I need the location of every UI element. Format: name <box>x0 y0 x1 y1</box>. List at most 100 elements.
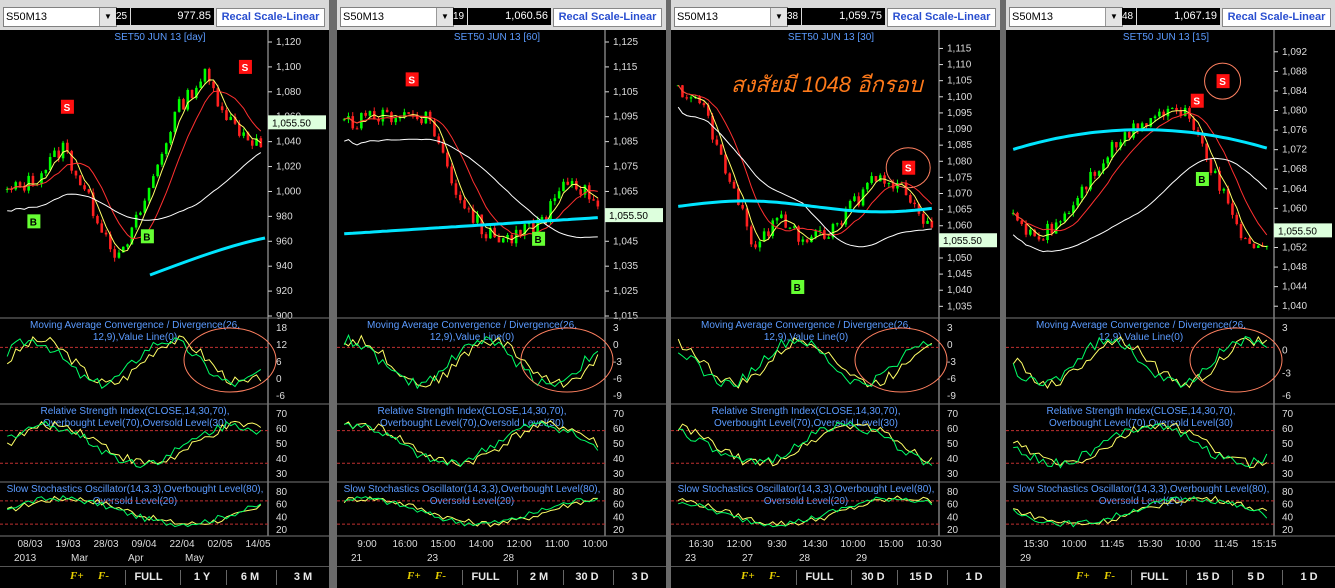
candle-body <box>152 176 155 188</box>
y-tick-label: 1,045 <box>613 236 638 247</box>
candle-body <box>1192 118 1196 130</box>
panel-timeframe-bar: F+ F- FULL 1 Y6 M3 M <box>0 566 329 588</box>
stoch-pane: Slow Stochastics Oscillator(14,3,3),Over… <box>671 484 959 536</box>
formula-add-icon[interactable]: F+ <box>70 570 84 582</box>
candle-body <box>484 234 488 239</box>
candle-body <box>724 154 727 174</box>
svg-text:Relative Strength Index(CLOSE,: Relative Strength Index(CLOSE,14,30,70), <box>41 406 230 417</box>
svg-text:12,9),Value Line(0): 12,9),Value Line(0) <box>430 332 514 343</box>
chart-panel: S50M13 ▼ 25 977.85 Recal Scale-Linear F+ F- FUL… <box>0 0 329 588</box>
candle-body <box>1256 245 1260 248</box>
formula-add-icon[interactable]: F+ <box>407 570 421 582</box>
panel-toolbar: S50M13 ▼ 48 1,067.19 Recal Scale-Linear <box>1006 0 1335 30</box>
candle-body <box>1041 239 1045 241</box>
x-tick-label: 11:00 <box>545 539 570 550</box>
timeframe-button-15d[interactable]: 15 D <box>1186 570 1229 585</box>
candle-body <box>767 231 770 236</box>
candle-body <box>1029 229 1032 235</box>
timeframe-button-2m[interactable]: 2 M <box>517 570 560 585</box>
candle-body <box>156 164 159 177</box>
indicator-tick-label: 30 <box>947 469 959 480</box>
y-tick-label: 1,050 <box>947 253 972 264</box>
candle-body <box>1037 236 1041 240</box>
formula-remove-icon[interactable]: F- <box>435 570 446 582</box>
timeframe-button-full[interactable]: FULL <box>462 570 508 585</box>
indicator-tick-label: -6 <box>1282 391 1291 402</box>
candle-body <box>926 220 929 224</box>
ma-long-line <box>1012 157 1268 253</box>
symbol-select[interactable]: S50M13 ▼ <box>340 7 454 27</box>
candle-body <box>762 231 766 242</box>
recal-scale-button[interactable]: Recal Scale-Linear <box>216 8 325 27</box>
timeframe-button-5d[interactable]: 5 D <box>1232 570 1279 585</box>
recal-scale-button[interactable]: Recal Scale-Linear <box>1222 8 1331 27</box>
timeframe-button-15d[interactable]: 15 D <box>897 570 944 585</box>
price-chart[interactable]: SET50 JUN 13 [15] 1,092 1,088 1,084 1,080 1,0… <box>1006 30 1335 566</box>
timeframe-button-1y[interactable]: 1 Y <box>180 570 223 585</box>
candle-body <box>173 111 177 133</box>
x-tick-label: 15:00 <box>430 539 455 550</box>
indicator-tick-label: 60 <box>276 424 288 435</box>
timeframe-button-3d[interactable]: 3 D <box>613 570 666 585</box>
formula-remove-icon[interactable]: F- <box>1104 570 1115 582</box>
formula-add-icon[interactable]: F+ <box>741 570 755 582</box>
indicator-tick-label: 50 <box>613 439 625 450</box>
candle-body <box>1244 238 1247 240</box>
y-tick-label: 1,088 <box>1282 66 1307 77</box>
x-tick-label-secondary: May <box>185 553 204 564</box>
formula-add-icon[interactable]: F+ <box>1076 570 1090 582</box>
symbol-select[interactable]: S50M13 ▼ <box>1009 7 1123 27</box>
timeframe-button-full[interactable]: FULL <box>1131 570 1177 585</box>
candle-body <box>904 182 908 196</box>
svg-text:B: B <box>30 217 37 228</box>
candle-body <box>579 189 582 195</box>
chart-panel: S50M13 ▼ 48 1,067.19 Recal Scale-Linear F+ F- F… <box>1006 0 1335 588</box>
y-tick-label: 1,000 <box>276 186 301 197</box>
price-chart[interactable]: SET50 JUN 13 [day]1,1201,1001,0801,0601,… <box>0 30 329 566</box>
rsi-pane: Relative Strength Index(CLOSE,14,30,70),… <box>337 406 625 480</box>
x-tick-label-secondary: 29 <box>856 553 868 564</box>
timeframe-button-3m[interactable]: 3 M <box>276 570 329 585</box>
formula-remove-icon[interactable]: F- <box>769 570 780 582</box>
chevron-down-icon[interactable]: ▼ <box>1105 8 1122 26</box>
candle-body <box>1093 171 1097 176</box>
svg-text:S: S <box>408 75 415 86</box>
chevron-down-icon[interactable]: ▼ <box>770 8 787 26</box>
candle-body <box>732 181 736 189</box>
x-tick-label: 12:00 <box>726 539 751 550</box>
indicator-tick-label: 70 <box>276 409 288 420</box>
timeframe-button-30d[interactable]: 30 D <box>563 570 610 585</box>
price-chart[interactable]: SET50 JUN 13 [30] 1,115 1,110 1,105 1,100 1,0… <box>671 30 1000 566</box>
x-tick-label-secondary: 29 <box>1020 553 1032 564</box>
indicator-tick-label: 60 <box>1282 500 1294 511</box>
symbol-select[interactable]: S50M13 ▼ <box>3 7 117 27</box>
indicator-tick-label: 30 <box>1282 469 1294 480</box>
y-tick-label: 1,025 <box>613 286 638 297</box>
indicator-tick-label: 50 <box>1282 439 1294 450</box>
symbol-select[interactable]: S50M13 ▼ <box>674 7 788 27</box>
chevron-down-icon[interactable]: ▼ <box>436 8 453 26</box>
x-tick-label: 15:30 <box>1023 539 1048 550</box>
timeframe-button-6m[interactable]: 6 M <box>226 570 273 585</box>
y-tick-label: 1,075 <box>613 162 638 173</box>
chevron-down-icon[interactable]: ▼ <box>99 8 116 26</box>
indicator-tick-label: 0 <box>1282 346 1288 357</box>
recal-scale-button[interactable]: Recal Scale-Linear <box>553 8 662 27</box>
candle-body <box>467 208 471 210</box>
timeframe-button-30d[interactable]: 30 D <box>851 570 894 585</box>
candle-body <box>1080 186 1084 199</box>
current-price-value: 1,055.50 <box>272 118 311 129</box>
rsi-pane: Relative Strength Index(CLOSE,14,30,70),… <box>0 406 288 480</box>
timeframe-button-full[interactable]: FULL <box>125 570 171 585</box>
timeframe-button-1d[interactable]: 1 D <box>1282 570 1335 585</box>
svg-text:Overbought Level(70),Oversold: Overbought Level(70),Oversold Level(30) <box>714 418 898 429</box>
timeframe-button-full[interactable]: FULL <box>796 570 842 585</box>
timeframe-button-1d[interactable]: 1 D <box>947 570 1000 585</box>
y-tick-label: 1,035 <box>947 301 972 312</box>
candle-body <box>566 181 570 185</box>
candle-body <box>1115 142 1118 148</box>
price-chart[interactable]: SET50 JUN 13 [60] 1,125 1,115 1,105 1,095 1,0… <box>337 30 666 566</box>
formula-remove-icon[interactable]: F- <box>98 570 109 582</box>
recal-scale-button[interactable]: Recal Scale-Linear <box>887 8 996 27</box>
chart-title: SET50 JUN 13 [30] <box>788 32 874 43</box>
